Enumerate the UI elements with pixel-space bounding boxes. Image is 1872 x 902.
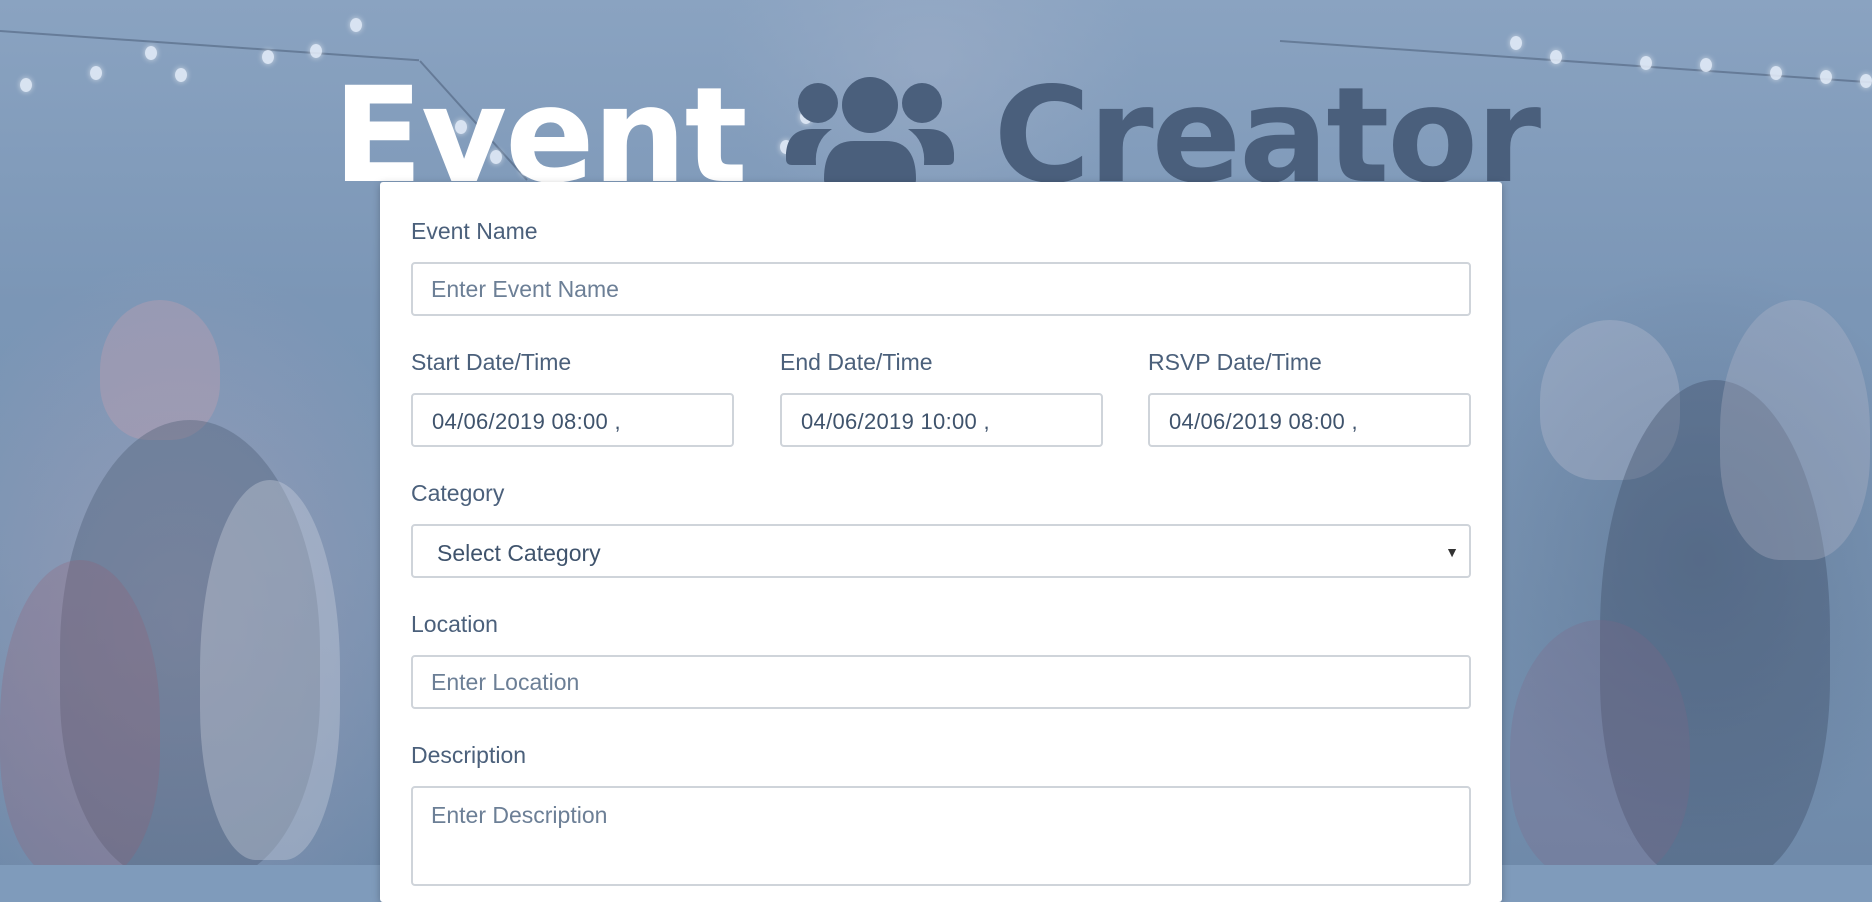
location-input[interactable] [413,657,1469,707]
event-name-input[interactable] [413,264,1469,314]
users-icon [784,62,956,188]
location-label: Location [411,611,498,637]
description-label: Description [411,742,527,768]
event-name-field-wrapper [411,262,1471,316]
category-select[interactable]: Select Category ▼ [411,524,1471,578]
start-datetime-value: 04/06/2019 08:00 , [432,409,621,434]
start-datetime-label: Start Date/Time [411,349,572,375]
rsvp-datetime-input[interactable]: 04/06/2019 08:00 , [1148,393,1471,447]
description-field-wrapper [411,786,1471,886]
category-selected-value: Select Category [437,540,601,566]
end-datetime-value: 04/06/2019 10:00 , [801,409,990,434]
rsvp-datetime-label: RSVP Date/Time [1148,349,1322,375]
description-textarea[interactable] [413,788,1469,884]
rsvp-datetime-value: 04/06/2019 08:00 , [1169,409,1358,434]
event-form-card: Event Name Start Date/Time 04/06/2019 08… [380,182,1502,902]
event-name-label: Event Name [411,218,538,244]
caret-down-icon: ▼ [1445,544,1459,560]
end-datetime-label: End Date/Time [780,349,933,375]
category-label: Category [411,480,505,506]
end-datetime-input[interactable]: 04/06/2019 10:00 , [780,393,1103,447]
location-field-wrapper [411,655,1471,709]
start-datetime-input[interactable]: 04/06/2019 08:00 , [411,393,734,447]
